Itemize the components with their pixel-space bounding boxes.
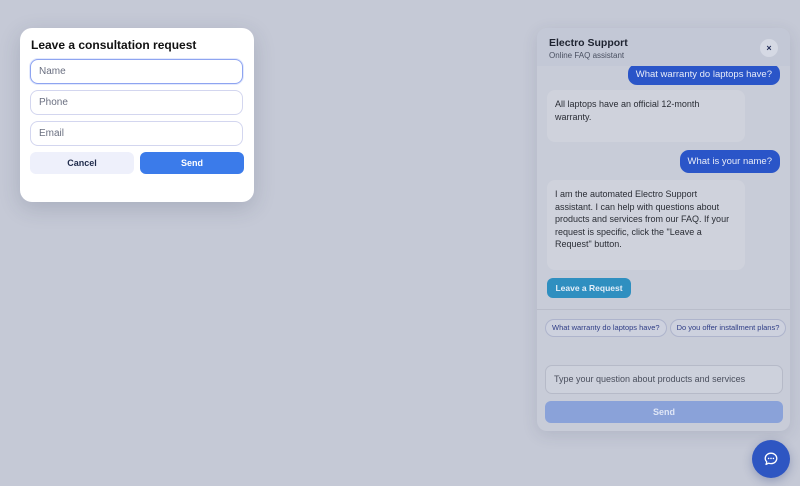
suggestion-chip[interactable]: Do you offer installment plans? [669,319,787,337]
modal-title: Leave a consultation request [31,38,197,52]
bot-message: I am the automated Electro Support assis… [547,180,745,270]
chat-bubble-icon [764,452,778,466]
phone-field[interactable] [30,90,243,115]
chat-launcher-button[interactable] [752,440,790,478]
chat-subtitle: Online FAQ assistant [549,51,625,60]
chat-header: Electro Support Online FAQ assistant × [537,28,790,66]
email-field[interactable] [30,121,243,146]
user-message: What is your name? [679,150,780,173]
chat-question-input[interactable]: Type your question about products and se… [545,365,783,394]
leave-request-button[interactable]: Leave a Request [547,278,631,298]
send-button[interactable]: Send [140,152,244,174]
chat-panel: What warranty do laptops have? All lapto… [537,28,790,431]
modal-actions: Cancel Send [30,152,244,174]
chat-send-button[interactable]: Send [545,401,783,423]
suggestion-chips: What warranty do laptops have? Do you off… [545,317,789,337]
user-message: What warranty do laptops have? [627,64,780,85]
close-icon[interactable]: × [760,39,778,57]
bot-message: All laptops have an official 12-month wa… [547,90,745,142]
consultation-modal: Leave a consultation request Cancel Send [20,28,254,202]
divider [537,309,790,310]
name-field[interactable] [30,59,243,84]
suggestion-chip[interactable]: What warranty do laptops have? [545,319,667,337]
cancel-button[interactable]: Cancel [30,152,134,174]
chat-title: Electro Support [549,37,628,49]
